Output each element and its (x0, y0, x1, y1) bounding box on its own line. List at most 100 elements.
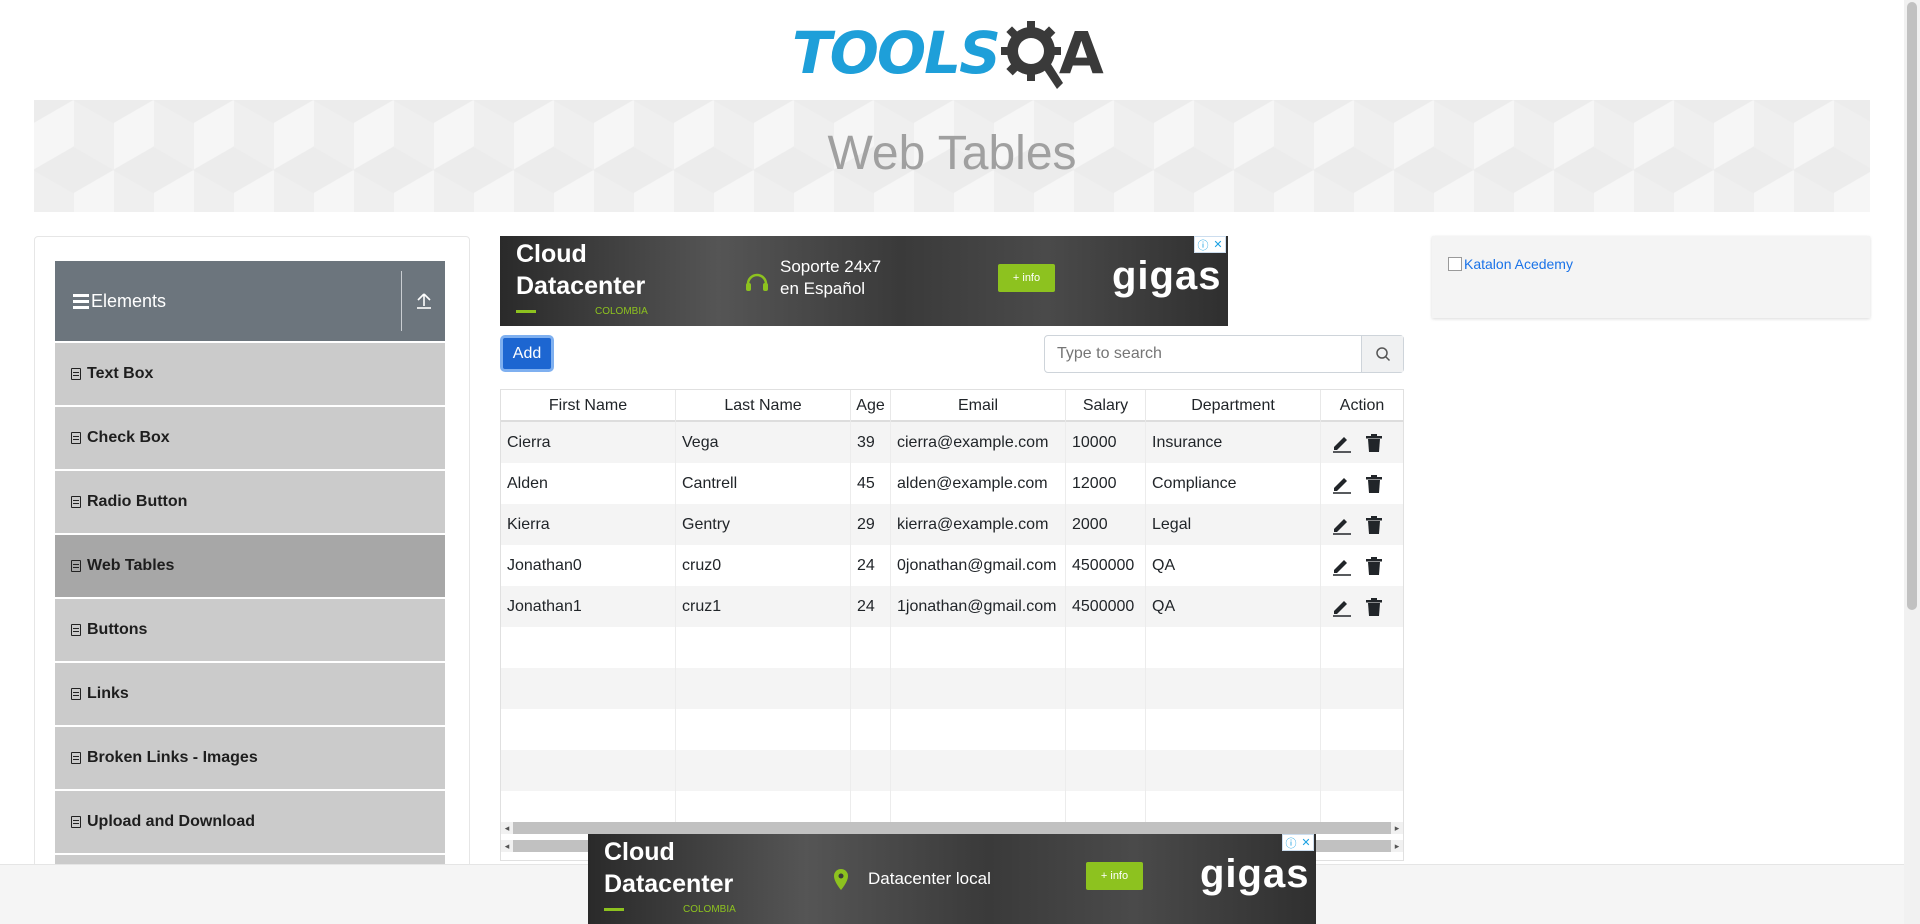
divider (401, 271, 402, 331)
ad-brand: gigas (1112, 254, 1222, 298)
page-title: Web Tables (827, 127, 1077, 180)
cell-first-name: Cierra (501, 422, 676, 463)
scrollbar-thumb[interactable] (1907, 2, 1917, 610)
sidebar-item-radio-button[interactable]: Radio Button (55, 471, 445, 533)
ad-headline-line1: Cloud (516, 240, 587, 268)
delete-trash-icon[interactable] (1365, 474, 1383, 494)
sidebar-item-label: Broken Links - Images (87, 749, 258, 766)
document-icon (71, 624, 81, 636)
scroll-left-icon[interactable]: ◂ (501, 840, 513, 852)
table-row: Kierra Gentry 29 kierra@example.com 2000… (501, 504, 1403, 545)
hamburger-icon (73, 293, 89, 309)
sidebar-item-upload-download[interactable]: Upload and Download (55, 791, 445, 853)
column-header-department[interactable]: Department (1146, 390, 1321, 422)
gear-magnifier-icon (1000, 21, 1065, 89)
page-vertical-scrollbar[interactable] (1904, 0, 1920, 924)
cell-email: 1jonathan@gmail.com (891, 586, 1066, 627)
delete-trash-icon[interactable] (1365, 597, 1383, 617)
ad-support-line1: Soporte 24x7 (780, 257, 882, 276)
ad-feature-text: Datacenter local (868, 869, 991, 888)
ad-close-icon[interactable]: ⓘ ✕ (1282, 834, 1314, 851)
cell-department: Legal (1146, 504, 1321, 545)
edit-pencil-icon[interactable] (1331, 433, 1353, 453)
location-pin-icon (832, 868, 850, 897)
ad-close-icon[interactable]: ⓘ ✕ (1194, 236, 1226, 253)
sidebar-item-text-box[interactable]: Text Box (55, 343, 445, 405)
cell-age: 24 (851, 545, 891, 586)
cell-age: 45 (851, 463, 891, 504)
document-icon (71, 368, 81, 380)
column-header-first-name[interactable]: First Name (501, 390, 676, 422)
sidebar-item-links[interactable]: Links (55, 663, 445, 725)
collapse-upload-icon[interactable] (415, 291, 433, 311)
edit-pencil-icon[interactable] (1331, 474, 1353, 494)
scroll-left-icon[interactable]: ◂ (501, 822, 513, 834)
cell-last-name: cruz1 (676, 586, 851, 627)
cell-age: 24 (851, 586, 891, 627)
table-horizontal-scrollbar[interactable]: ◂ ▸ (501, 822, 1403, 834)
toolsqa-logo[interactable]: TOOLS A (792, 16, 1114, 90)
page-banner: Web Tables (34, 100, 1870, 212)
broken-image-alt: Katalon Acedemy (1464, 256, 1573, 272)
column-header-last-name[interactable]: Last Name (676, 390, 851, 422)
search-icon (1375, 347, 1390, 362)
cell-email: kierra@example.com (891, 504, 1066, 545)
cell-last-name: Cantrell (676, 463, 851, 504)
sidebar-group-title: Elements (91, 290, 167, 311)
table-row: Jonathan1 cruz1 24 1jonathan@gmail.com 4… (501, 586, 1403, 627)
cell-first-name: Jonathan0 (501, 545, 676, 586)
broken-image-link[interactable]: Katalon Acedemy (1448, 256, 1573, 272)
sidebar-item-label: Text Box (87, 365, 154, 382)
delete-trash-icon[interactable] (1365, 515, 1383, 535)
ad-info-button[interactable]: + info (998, 264, 1055, 292)
cell-email: cierra@example.com (891, 422, 1066, 463)
ad-headline: Cloud Datacenter (516, 238, 645, 302)
cell-salary: 4500000 (1066, 545, 1146, 586)
cell-last-name: cruz0 (676, 545, 851, 586)
table-body: Cierra Vega 39 cierra@example.com 10000 … (501, 422, 1403, 832)
sidebar-item-buttons[interactable]: Buttons (55, 599, 445, 661)
ad-info-button[interactable]: + info (1086, 862, 1143, 890)
right-ad-container[interactable]: Katalon Acedemy (1432, 236, 1870, 318)
sidebar-item-web-tables[interactable]: Web Tables (55, 535, 445, 597)
edit-pencil-icon[interactable] (1331, 515, 1353, 535)
search-button[interactable] (1361, 336, 1403, 372)
cell-action (1321, 463, 1403, 504)
cell-email: 0jonathan@gmail.com (891, 545, 1066, 586)
ad-headline-line2: Datacenter (604, 870, 734, 898)
ad-accent-line (604, 908, 624, 911)
sidebar-item-check-box[interactable]: Check Box (55, 407, 445, 469)
edit-pencil-icon[interactable] (1331, 597, 1353, 617)
cell-action (1321, 422, 1403, 463)
column-header-email[interactable]: Email (891, 390, 1066, 422)
cell-department: Insurance (1146, 422, 1321, 463)
ad-banner-top[interactable]: Cloud Datacenter COLOMBIA Soporte 24x7 e… (500, 236, 1228, 326)
scroll-right-icon[interactable]: ▸ (1391, 840, 1403, 852)
column-header-salary[interactable]: Salary (1066, 390, 1146, 422)
cell-email: alden@example.com (891, 463, 1066, 504)
cell-last-name: Gentry (676, 504, 851, 545)
web-table: First Name Last Name Age Email Salary De… (500, 389, 1404, 861)
cell-department: QA (1146, 586, 1321, 627)
cell-last-name: Vega (676, 422, 851, 463)
sidebar-item-broken-links[interactable]: Broken Links - Images (55, 727, 445, 789)
logo-text: TOOLS (792, 19, 1001, 87)
column-header-age[interactable]: Age (851, 390, 891, 422)
ad-headline: Cloud Datacenter (604, 836, 733, 900)
ad-banner-bottom[interactable]: Cloud Datacenter COLOMBIA Datacenter loc… (588, 834, 1316, 924)
add-button[interactable]: Add (500, 335, 554, 372)
cell-salary: 12000 (1066, 463, 1146, 504)
logo-text-a: A (1058, 19, 1104, 87)
scroll-right-icon[interactable]: ▸ (1391, 822, 1403, 834)
sidebar-group-elements[interactable]: Elements (55, 261, 445, 341)
delete-trash-icon[interactable] (1365, 556, 1383, 576)
search-input[interactable] (1057, 345, 1357, 363)
table-header: First Name Last Name Age Email Salary De… (501, 390, 1403, 422)
ad-country: COLOMBIA (683, 904, 736, 915)
cell-salary: 2000 (1066, 504, 1146, 545)
cell-age: 39 (851, 422, 891, 463)
sidebar-item-label: Radio Button (87, 493, 188, 510)
delete-trash-icon[interactable] (1365, 433, 1383, 453)
edit-pencil-icon[interactable] (1331, 556, 1353, 576)
document-icon (71, 688, 81, 700)
